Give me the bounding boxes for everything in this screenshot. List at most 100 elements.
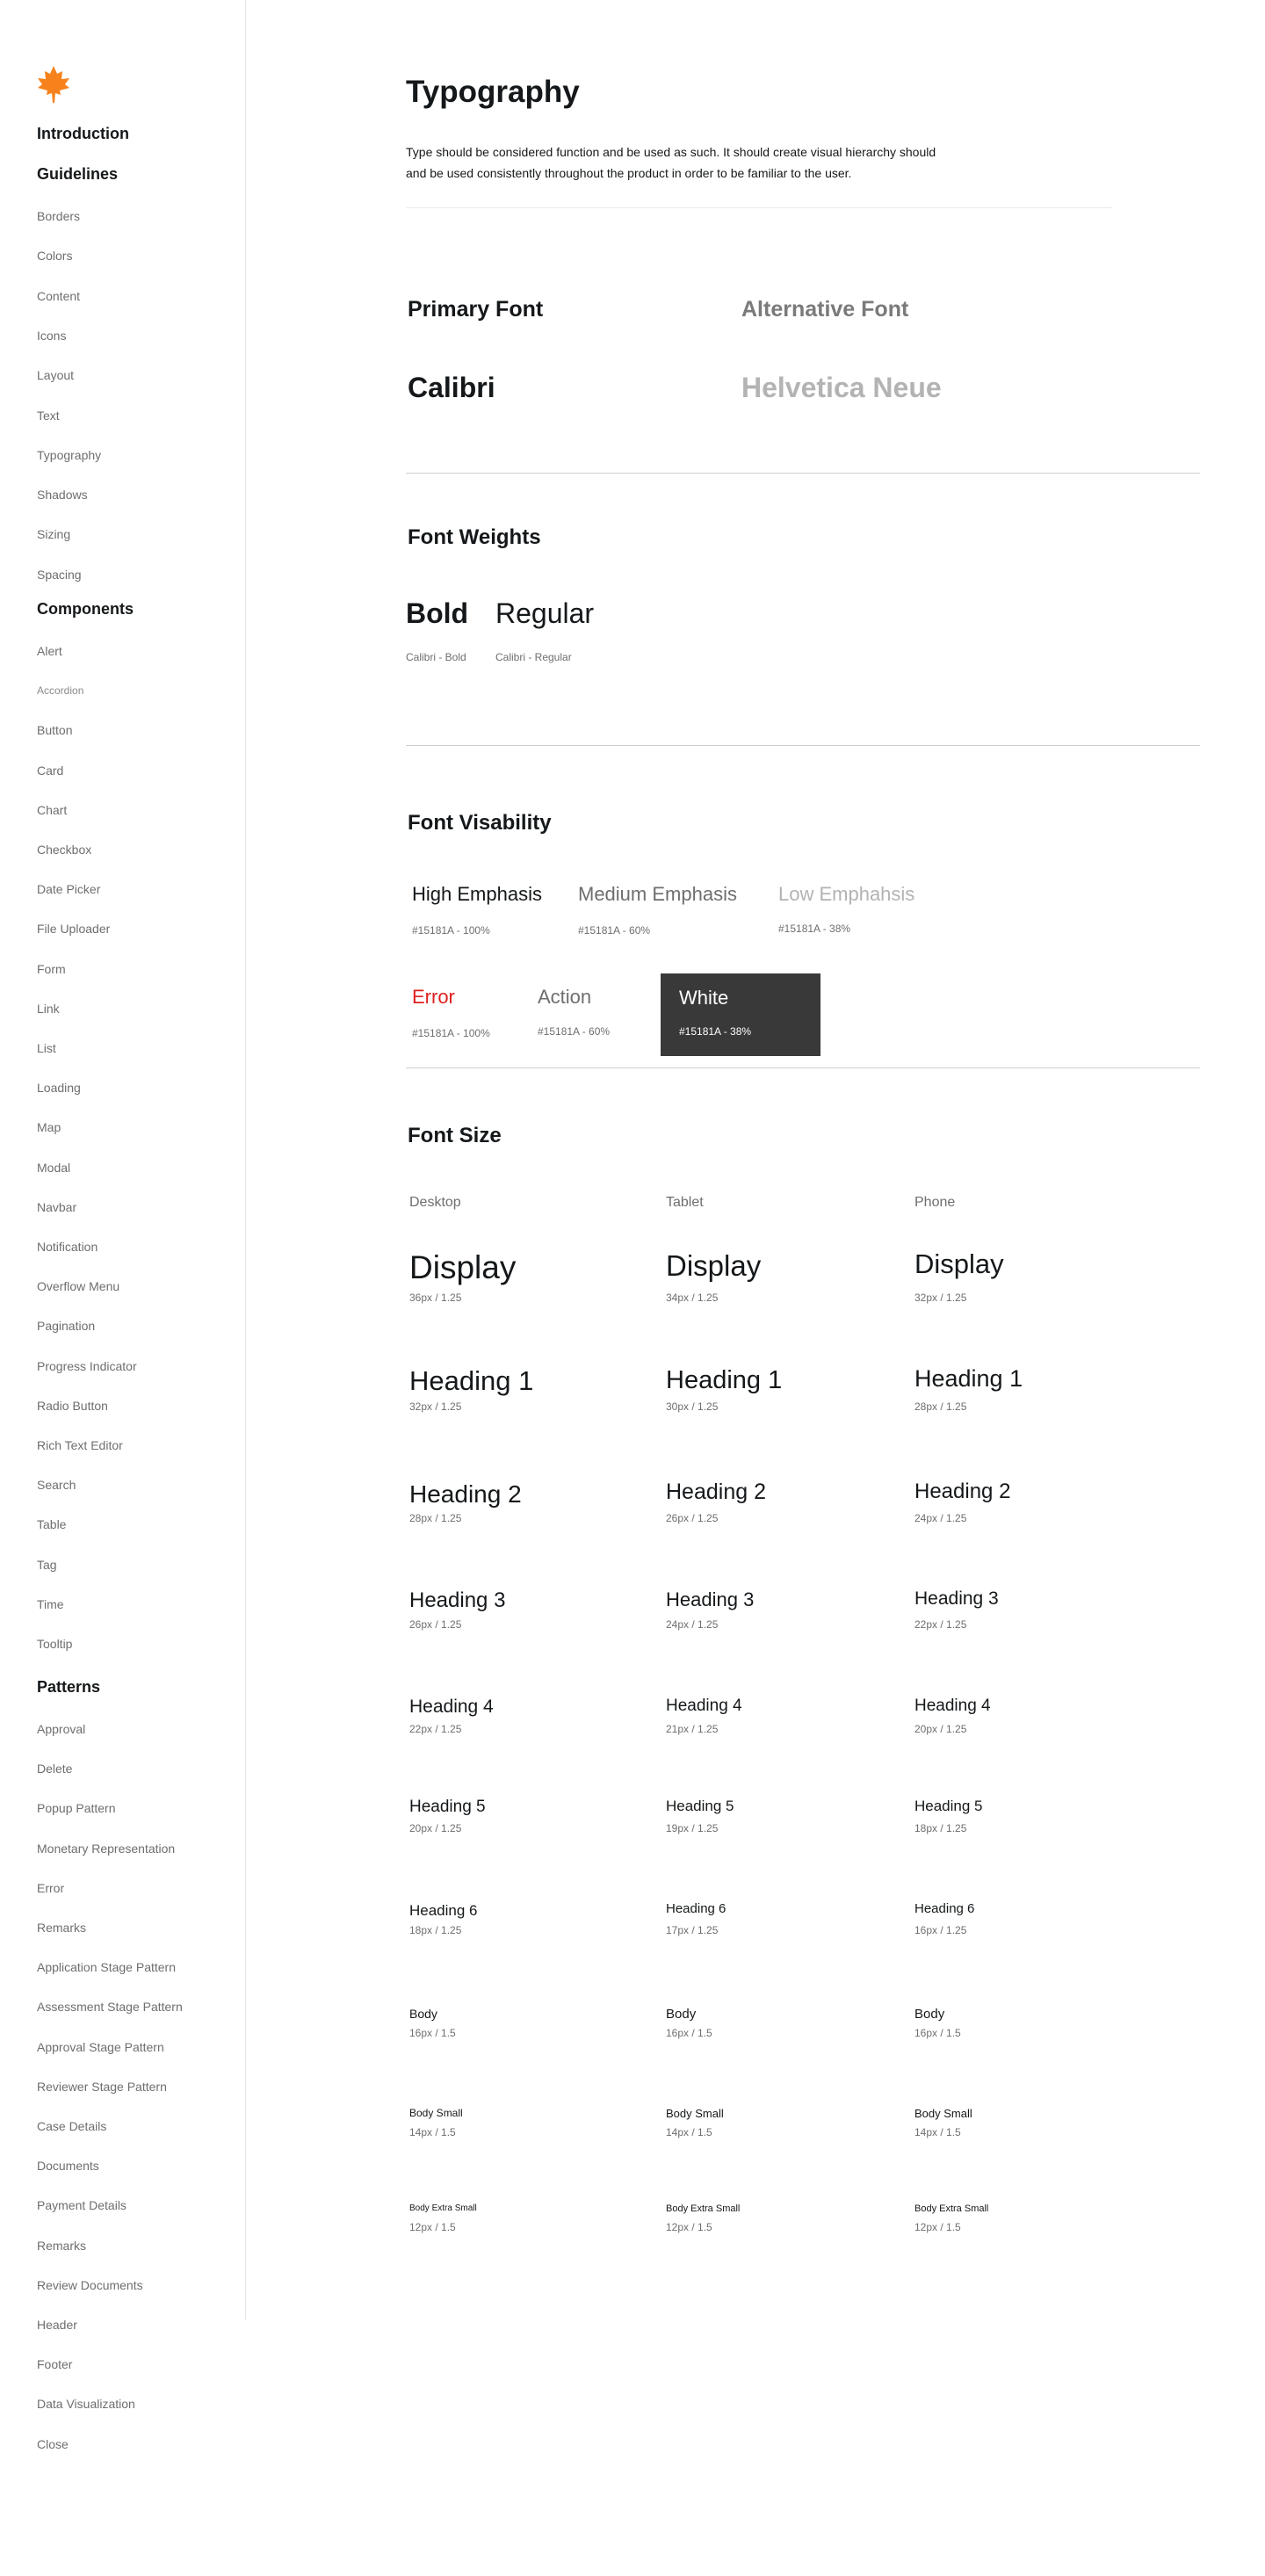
- size-spec: 16px / 1.5: [409, 2027, 456, 2039]
- divider: [406, 1067, 1200, 1068]
- size-spec: 22px / 1.25: [409, 1723, 462, 1735]
- size-spec: 16px / 1.5: [666, 2027, 712, 2039]
- size-sample-phone: Heading 2: [914, 1480, 1011, 1503]
- primary-font-name: Calibri: [408, 372, 495, 403]
- size-sample-desktop: Heading 2: [409, 1480, 522, 1508]
- sidebar-item-time[interactable]: Time: [37, 1596, 64, 1612]
- size-sample-tablet: Body Small: [666, 2107, 724, 2120]
- sidebar-item-checkbox[interactable]: Checkbox: [37, 842, 91, 857]
- sidebar-item-payment-details[interactable]: Payment Details: [37, 2197, 126, 2213]
- size-sample-tablet: Heading 5: [666, 1798, 734, 1814]
- sidebar-item-content[interactable]: Content: [37, 288, 80, 304]
- sidebar-item-documents[interactable]: Documents: [37, 2158, 99, 2174]
- sidebar-item-approval[interactable]: Approval: [37, 1721, 85, 1737]
- sidebar-item-remarks[interactable]: Remarks: [37, 2238, 86, 2254]
- sidebar-item-navbar[interactable]: Navbar: [37, 1199, 76, 1215]
- sidebar-item-accordion[interactable]: Accordion: [37, 683, 83, 698]
- sidebar-item-overflow-menu[interactable]: Overflow Menu: [37, 1278, 119, 1294]
- size-sample-tablet: Heading 4: [666, 1697, 742, 1715]
- sidebar-item-tag[interactable]: Tag: [37, 1557, 57, 1573]
- sidebar-item-icons[interactable]: Icons: [37, 328, 66, 344]
- sidebar-item-card[interactable]: Card: [37, 763, 63, 778]
- sidebar-item-date-picker[interactable]: Date Picker: [37, 881, 100, 897]
- sidebar-item-link[interactable]: Link: [37, 1001, 60, 1017]
- size-spec: 16px / 1.5: [914, 2027, 961, 2039]
- sidebar-item-pagination[interactable]: Pagination: [37, 1318, 95, 1334]
- nav-introduction[interactable]: Introduction: [37, 124, 129, 143]
- size-sample-desktop: Heading 5: [409, 1798, 486, 1816]
- sidebar-item-remarks[interactable]: Remarks: [37, 1920, 86, 1936]
- size-sample-desktop: Display: [409, 1249, 517, 1285]
- sidebar: Introduction Guidelines Borders Colors Conte…: [0, 0, 246, 2451]
- sidebar-item-shadows[interactable]: Shadows: [37, 487, 88, 503]
- sidebar-item-monetary-representation[interactable]: Monetary Representation: [37, 1841, 175, 1856]
- size-spec: 12px / 1.5: [666, 2221, 712, 2233]
- medium-emphasis-sample: Medium Emphasis: [578, 883, 737, 905]
- sidebar-item-modal[interactable]: Modal: [37, 1160, 70, 1176]
- low-emphasis-sample: Low Emphahsis: [778, 883, 915, 905]
- sidebar-item-tooltip[interactable]: Tooltip: [37, 1636, 72, 1652]
- sidebar-item-table[interactable]: Table: [37, 1516, 66, 1532]
- size-spec: 14px / 1.5: [409, 2126, 456, 2138]
- alternative-font-label: Alternative Font: [741, 297, 909, 322]
- sidebar-item-chart[interactable]: Chart: [37, 802, 67, 818]
- nav-heading-components[interactable]: Components: [37, 599, 134, 619]
- white-caption: #15181A - 38%: [679, 1025, 752, 1038]
- size-spec: 14px / 1.5: [914, 2126, 961, 2138]
- sidebar-item-typography[interactable]: Typography: [37, 447, 101, 463]
- sidebar-item-assessment-stage-pattern[interactable]: Assessment Stage Pattern: [37, 1999, 183, 2015]
- sidebar-item-approval-stage-pattern[interactable]: Approval Stage Pattern: [37, 2039, 164, 2055]
- size-spec: 36px / 1.25: [409, 1292, 462, 1304]
- sidebar-item-search[interactable]: Search: [37, 1477, 76, 1493]
- sidebar-item-popup-pattern[interactable]: Popup Pattern: [37, 1800, 116, 1816]
- size-spec: 18px / 1.25: [914, 1822, 967, 1834]
- size-spec: 34px / 1.25: [666, 1292, 719, 1304]
- size-spec: 21px / 1.25: [666, 1723, 719, 1735]
- size-spec: 26px / 1.25: [666, 1512, 719, 1524]
- size-sample-phone: Heading 6: [914, 1901, 975, 1916]
- maple-leaf-icon[interactable]: [37, 66, 70, 103]
- sidebar-item-error[interactable]: Error: [37, 1880, 64, 1896]
- size-sample-phone: Body Small: [914, 2107, 972, 2120]
- sidebar-item-delete[interactable]: Delete: [37, 1761, 72, 1776]
- weight-regular-caption: Calibri - Regular: [495, 651, 572, 663]
- sidebar-item-layout[interactable]: Layout: [37, 367, 74, 383]
- sidebar-item-review-documents[interactable]: Review Documents: [37, 2277, 143, 2293]
- sidebar-item-case-details[interactable]: Case Details: [37, 2118, 106, 2134]
- sidebar-item-borders[interactable]: Borders: [37, 208, 80, 224]
- sidebar-item-spacing[interactable]: Spacing: [37, 567, 82, 582]
- sidebar-item-footer[interactable]: Footer: [37, 2356, 72, 2372]
- size-sample-phone: Display: [914, 1248, 1004, 1279]
- column-tablet: Tablet: [666, 1195, 704, 1210]
- sidebar-item-list[interactable]: List: [37, 1040, 56, 1056]
- size-sample-phone: Heading 5: [914, 1798, 983, 1814]
- primary-font-label: Primary Font: [408, 297, 544, 322]
- sidebar-item-map[interactable]: Map: [37, 1119, 61, 1135]
- sidebar-item-alert[interactable]: Alert: [37, 643, 62, 659]
- sidebar-item-form[interactable]: Form: [37, 961, 66, 977]
- sidebar-item-button[interactable]: Button: [37, 722, 72, 738]
- sidebar-item-progress-indicator[interactable]: Progress Indicator: [37, 1358, 137, 1374]
- size-sample-tablet: Heading 1: [666, 1366, 783, 1394]
- sidebar-item-file-uploader[interactable]: File Uploader: [37, 921, 110, 937]
- sidebar-item-sizing[interactable]: Sizing: [37, 526, 70, 542]
- sidebar-item-loading[interactable]: Loading: [37, 1080, 81, 1096]
- sidebar-item-data-visualization[interactable]: Data Visualization: [37, 2396, 135, 2412]
- size-sample-phone: Body Extra Small: [914, 2203, 989, 2214]
- sidebar-item-radio-button[interactable]: Radio Button: [37, 1398, 108, 1414]
- size-spec: 18px / 1.25: [409, 1924, 462, 1936]
- size-spec: 28px / 1.25: [914, 1400, 967, 1413]
- sidebar-item-close[interactable]: Close: [37, 2436, 69, 2452]
- action-caption: #15181A - 60%: [538, 1025, 611, 1038]
- nav-heading-guidelines[interactable]: Guidelines: [37, 164, 118, 184]
- sidebar-item-reviewer-stage-pattern[interactable]: Reviewer Stage Pattern: [37, 2079, 167, 2095]
- medium-emphasis-caption: #15181A - 60%: [578, 924, 651, 937]
- sidebar-item-text[interactable]: Text: [37, 408, 60, 423]
- sidebar-item-rich-text-editor[interactable]: Rich Text Editor: [37, 1437, 123, 1453]
- high-emphasis-caption: #15181A - 100%: [412, 924, 490, 937]
- sidebar-item-notification[interactable]: Notification: [37, 1239, 98, 1255]
- sidebar-item-header[interactable]: Header: [37, 2317, 77, 2333]
- sidebar-item-colors[interactable]: Colors: [37, 248, 72, 264]
- nav-heading-patterns[interactable]: Patterns: [37, 1677, 100, 1697]
- sidebar-item-application-stage-pattern[interactable]: Application Stage Pattern: [37, 1959, 176, 1975]
